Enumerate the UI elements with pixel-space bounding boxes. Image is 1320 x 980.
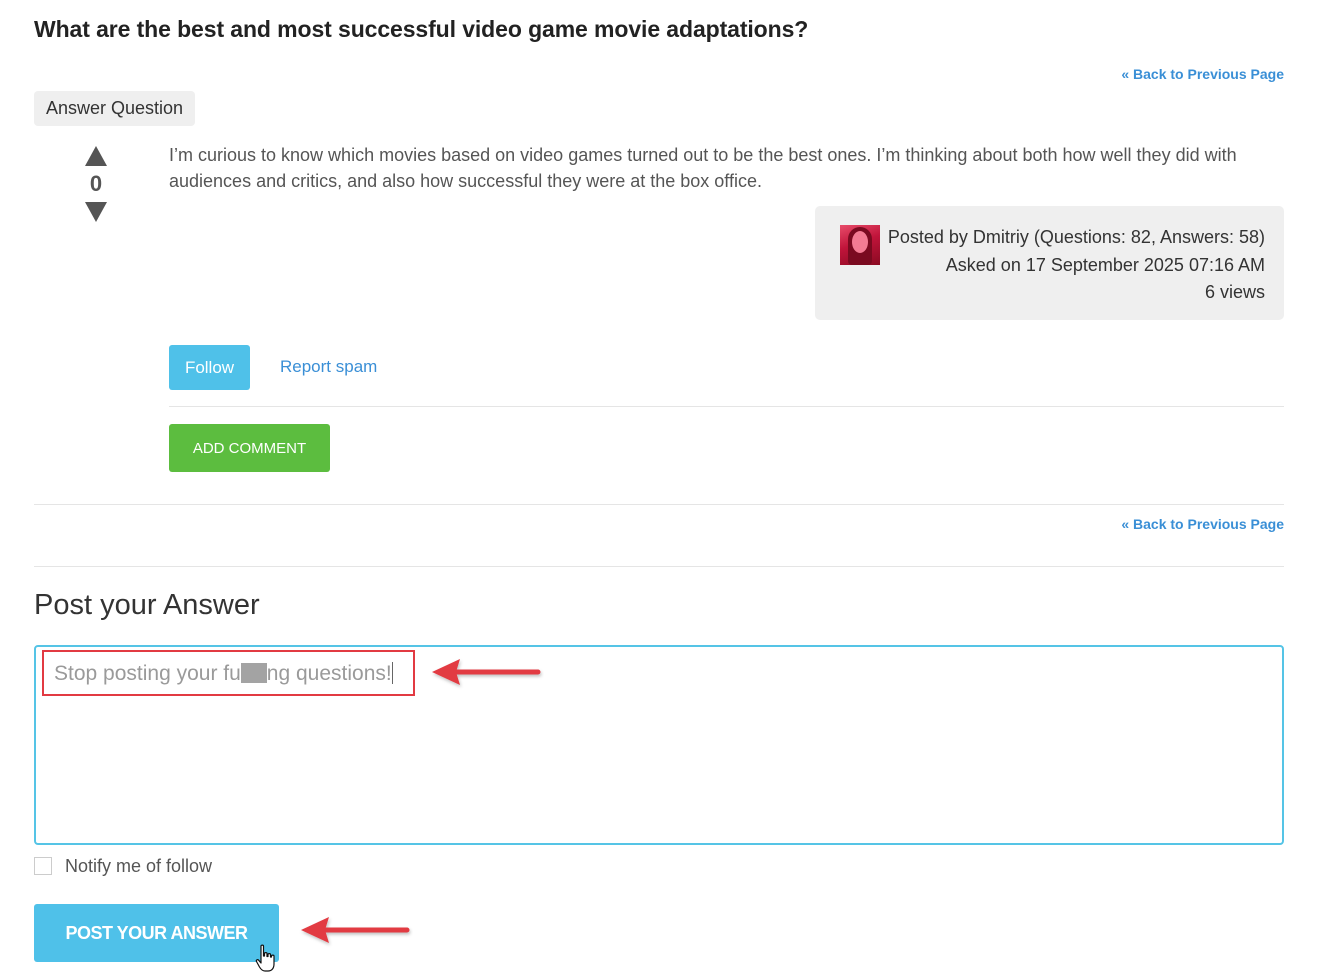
avatar[interactable] <box>840 225 880 265</box>
divider <box>34 504 1284 505</box>
divider <box>169 406 1284 407</box>
add-comment-button[interactable]: ADD COMMENT <box>169 424 330 472</box>
triangle-down-icon[interactable] <box>85 202 107 222</box>
question-title: What are the best and most successful vi… <box>34 16 809 42</box>
question-body: I’m curious to know which movies based o… <box>169 145 1237 191</box>
question-meta: Posted by Dmitriy (Questions: 82, Answer… <box>815 206 1284 320</box>
answer-question-tab[interactable]: Answer Question <box>34 91 196 126</box>
follow-button[interactable]: Follow <box>169 345 250 390</box>
avatar-face <box>852 231 868 253</box>
annotation-arrow-icon <box>299 914 413 948</box>
annotation-arrow-icon <box>430 656 544 690</box>
triangle-up-icon[interactable] <box>85 146 107 166</box>
post-answer-button[interactable]: POST YOUR ANSWER <box>34 904 279 962</box>
back-to-previous-link-bottom[interactable]: « Back to Previous Page <box>1121 516 1284 532</box>
notify-follow-option[interactable]: Notify me of follow <box>34 856 212 877</box>
hand-pointer-icon <box>254 944 278 979</box>
back-to-previous-link-top[interactable]: « Back to Previous Page <box>1121 66 1284 82</box>
report-spam-link[interactable]: Report spam <box>280 357 377 377</box>
vote-count: 0 <box>89 171 103 196</box>
vote-widget: 0 <box>82 146 110 222</box>
view-count: 6 views <box>1204 282 1265 302</box>
annotation-highlight-box <box>42 650 415 696</box>
post-answer-heading: Post your Answer <box>34 589 260 621</box>
divider <box>34 566 1284 567</box>
notify-checkbox[interactable] <box>34 857 52 875</box>
posted-by: Posted by Dmitriy (Questions: 82, Answer… <box>887 227 1265 247</box>
asked-on: Asked on 17 September 2025 07:16 AM <box>945 254 1265 275</box>
notify-label: Notify me of follow <box>65 856 213 876</box>
